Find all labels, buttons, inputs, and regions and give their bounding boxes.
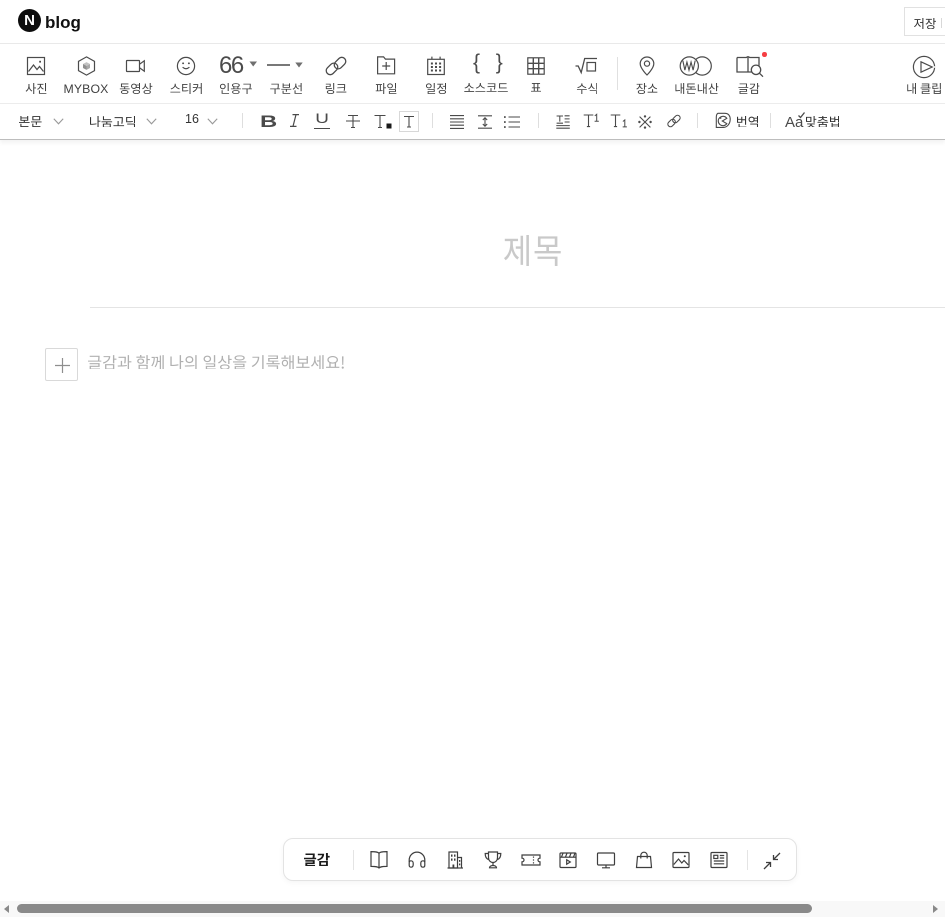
svg-text:66: 66 <box>219 55 244 75</box>
